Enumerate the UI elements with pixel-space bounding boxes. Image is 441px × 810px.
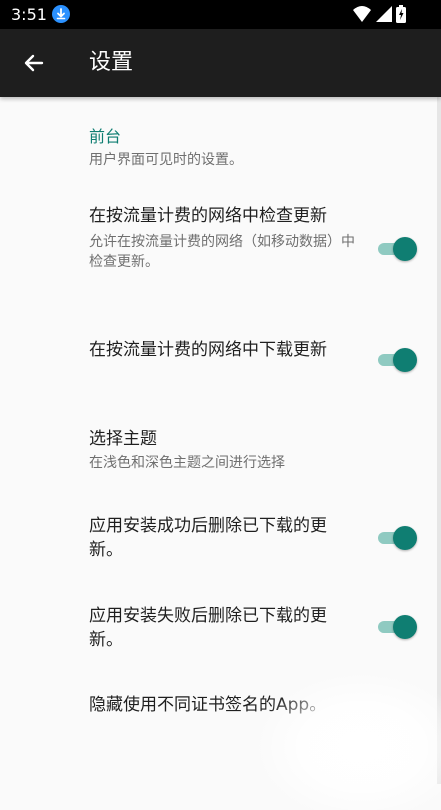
pref-title: 选择主题 (89, 429, 157, 449)
pref-subtitle: 在浅色和深色主题之间进行选择 (89, 455, 285, 471)
switch-thumb (393, 348, 417, 372)
toggle-download-updates-metered[interactable] (378, 347, 418, 373)
arrow-left-icon (24, 54, 44, 72)
switch-thumb (393, 615, 417, 639)
download-icon (52, 5, 70, 23)
back-button[interactable] (14, 43, 54, 83)
pref-title: 应用安装失败后删除已下载的更新。 (89, 606, 327, 650)
section-subtitle: 用户界面可见时的设置。 (89, 152, 243, 168)
pref-check-updates-metered[interactable]: 在按流量计费的网络中检查更新 允许在按流量计费的网络（如移动数据）中检查更新。 (89, 204, 359, 272)
pref-delete-after-install-success[interactable]: 应用安装成功后删除已下载的更新。 (89, 514, 359, 562)
toggle-check-updates-metered[interactable] (378, 236, 418, 262)
switch-thumb (393, 526, 417, 550)
toggle-delete-after-install-success[interactable] (378, 525, 418, 551)
section-header: 前台 用户界面可见时的设置。 (89, 127, 243, 169)
pref-title: 在按流量计费的网络中检查更新 (89, 206, 327, 226)
pref-delete-after-install-failure[interactable]: 应用安装失败后删除已下载的更新。 (89, 604, 359, 652)
app-bar: 设置 (0, 29, 441, 97)
page-title: 设置 (89, 50, 134, 75)
pref-download-updates-metered[interactable]: 在按流量计费的网络中下载更新 (89, 338, 359, 362)
pref-choose-theme[interactable]: 选择主题 在浅色和深色主题之间进行选择 (89, 427, 359, 473)
wifi-icon (353, 6, 371, 22)
overlay-smudge (252, 670, 441, 810)
pref-title: 应用安装成功后删除已下载的更新。 (89, 516, 327, 560)
switch-thumb (393, 237, 417, 261)
status-time: 3:51 (11, 5, 47, 24)
toggle-delete-after-install-failure[interactable] (378, 614, 418, 640)
section-title: 前台 (89, 127, 122, 146)
status-bar: 3:51 (0, 0, 441, 29)
signal-icon (376, 6, 392, 22)
battery-icon (396, 5, 406, 23)
pref-subtitle: 允许在按流量计费的网络（如移动数据）中检查更新。 (89, 234, 355, 270)
pref-title: 在按流量计费的网络中下载更新 (89, 340, 327, 360)
